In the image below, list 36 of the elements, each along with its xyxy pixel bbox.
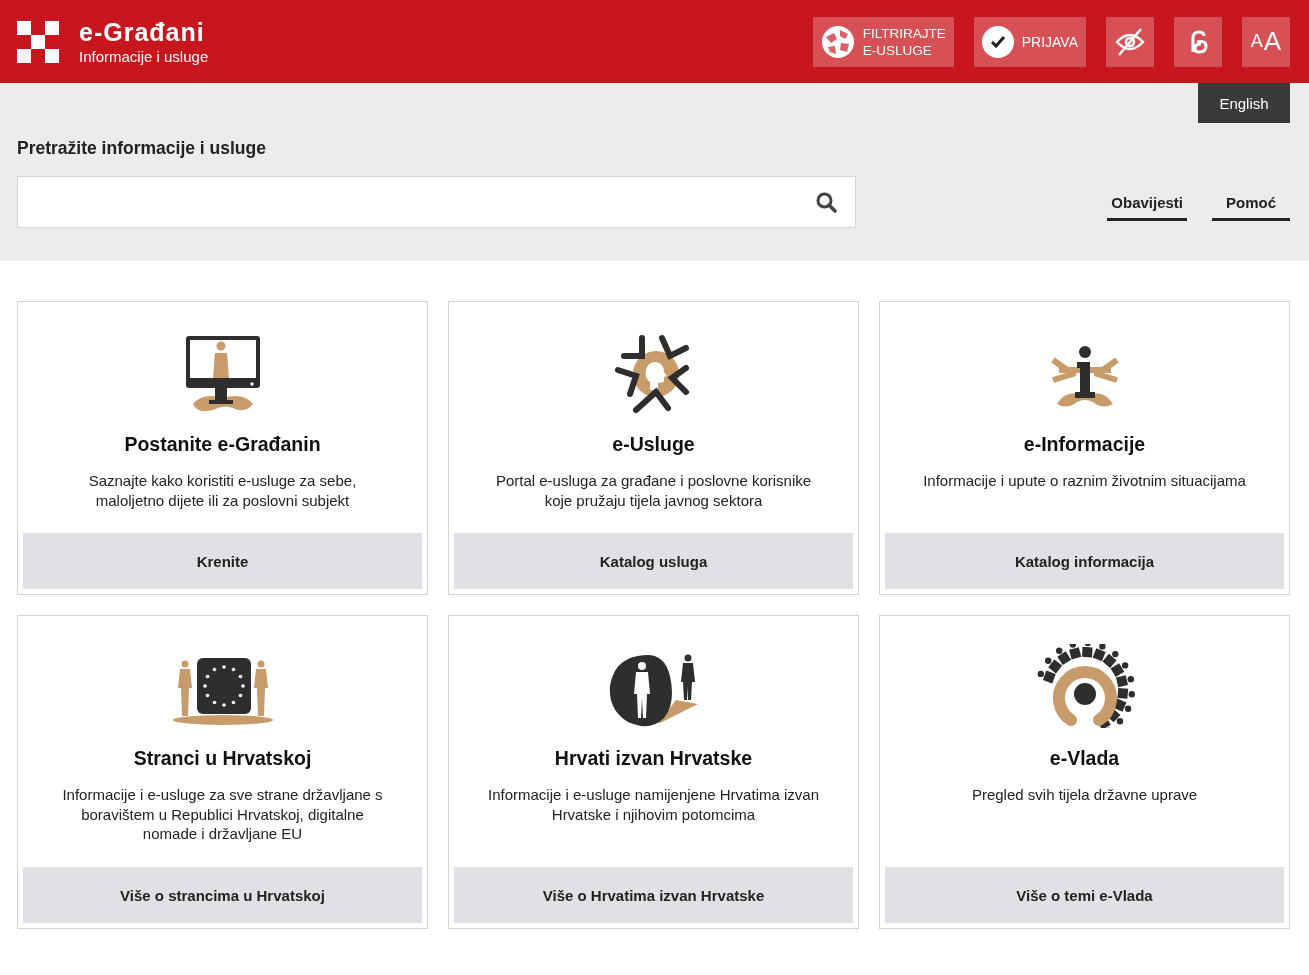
card-title: e-Vlada: [1049, 746, 1120, 770]
site-subtitle: Informacije i usluge: [79, 46, 209, 67]
card-title: Postanite e-Građanin: [124, 432, 321, 456]
logo-icon: [17, 20, 59, 63]
card-action-button[interactable]: Više o temi e-Vlada: [885, 867, 1284, 923]
card-action-button[interactable]: Katalog informacija: [885, 533, 1284, 589]
dyslexia-font-button[interactable]: [1174, 16, 1222, 67]
person-shadow-icon: [607, 652, 700, 728]
font-size-button[interactable]: AA: [1242, 16, 1290, 67]
contrast-toggle-button[interactable]: [1106, 16, 1154, 67]
card-description: Informacije i upute o raznim životnim situacijama: [923, 471, 1246, 491]
filter-eservices-button[interactable]: FILTRIRAJTE E-USLUGE: [812, 16, 954, 67]
site-title[interactable]: e-Građani: [79, 16, 209, 47]
card-title: e-Usluge: [612, 432, 695, 456]
search-field[interactable]: [17, 176, 856, 228]
nav-link[interactable]: Obavijesti: [1107, 193, 1187, 221]
eye-slash-icon: [1115, 27, 1145, 56]
card-description: Informacije i e-usluge namijenjene Hrvatima izvan Hrvatske i njihovim potomcima: [487, 785, 820, 825]
card-description: Portal e-usluga za građane i poslovne korisnike koje pružaju tijela javnog sektora: [494, 471, 813, 511]
globe-icon: [820, 24, 855, 59]
card-description: Informacije i e-usluge za sve strane državljane s boravištem u Republici Hrvatskoj, digitalne nomade i državljane EU: [61, 785, 384, 844]
login-button[interactable]: PRIJAVA: [973, 16, 1086, 67]
card-description: Saznajte kako koristiti e-usluge za sebe, maloljetno dijete ili za poslovni subjekt: [87, 471, 358, 511]
card-action-button[interactable]: Krenite: [23, 533, 422, 589]
search-icon: [816, 191, 837, 213]
language-button[interactable]: English: [1198, 83, 1290, 123]
card-title: e-Informacije: [1023, 432, 1146, 456]
card-title: Stranci u Hrvatskoj: [133, 746, 312, 770]
search-heading: Pretražite informacije i usluge: [17, 137, 266, 159]
card-action-button[interactable]: Više o Hrvatima izvan Hrvatske: [454, 867, 853, 923]
card-description: Pregled svih tijela državne uprave: [971, 785, 1198, 805]
checkmark-icon: [981, 25, 1014, 58]
card-action-button[interactable]: Katalog usluga: [454, 533, 853, 589]
card-action-button[interactable]: Više o strancima u Hrvatskoj: [23, 867, 422, 923]
card-title: Hrvati izvan Hrvatske: [554, 746, 753, 770]
nav-link[interactable]: Pomoć: [1212, 193, 1290, 221]
